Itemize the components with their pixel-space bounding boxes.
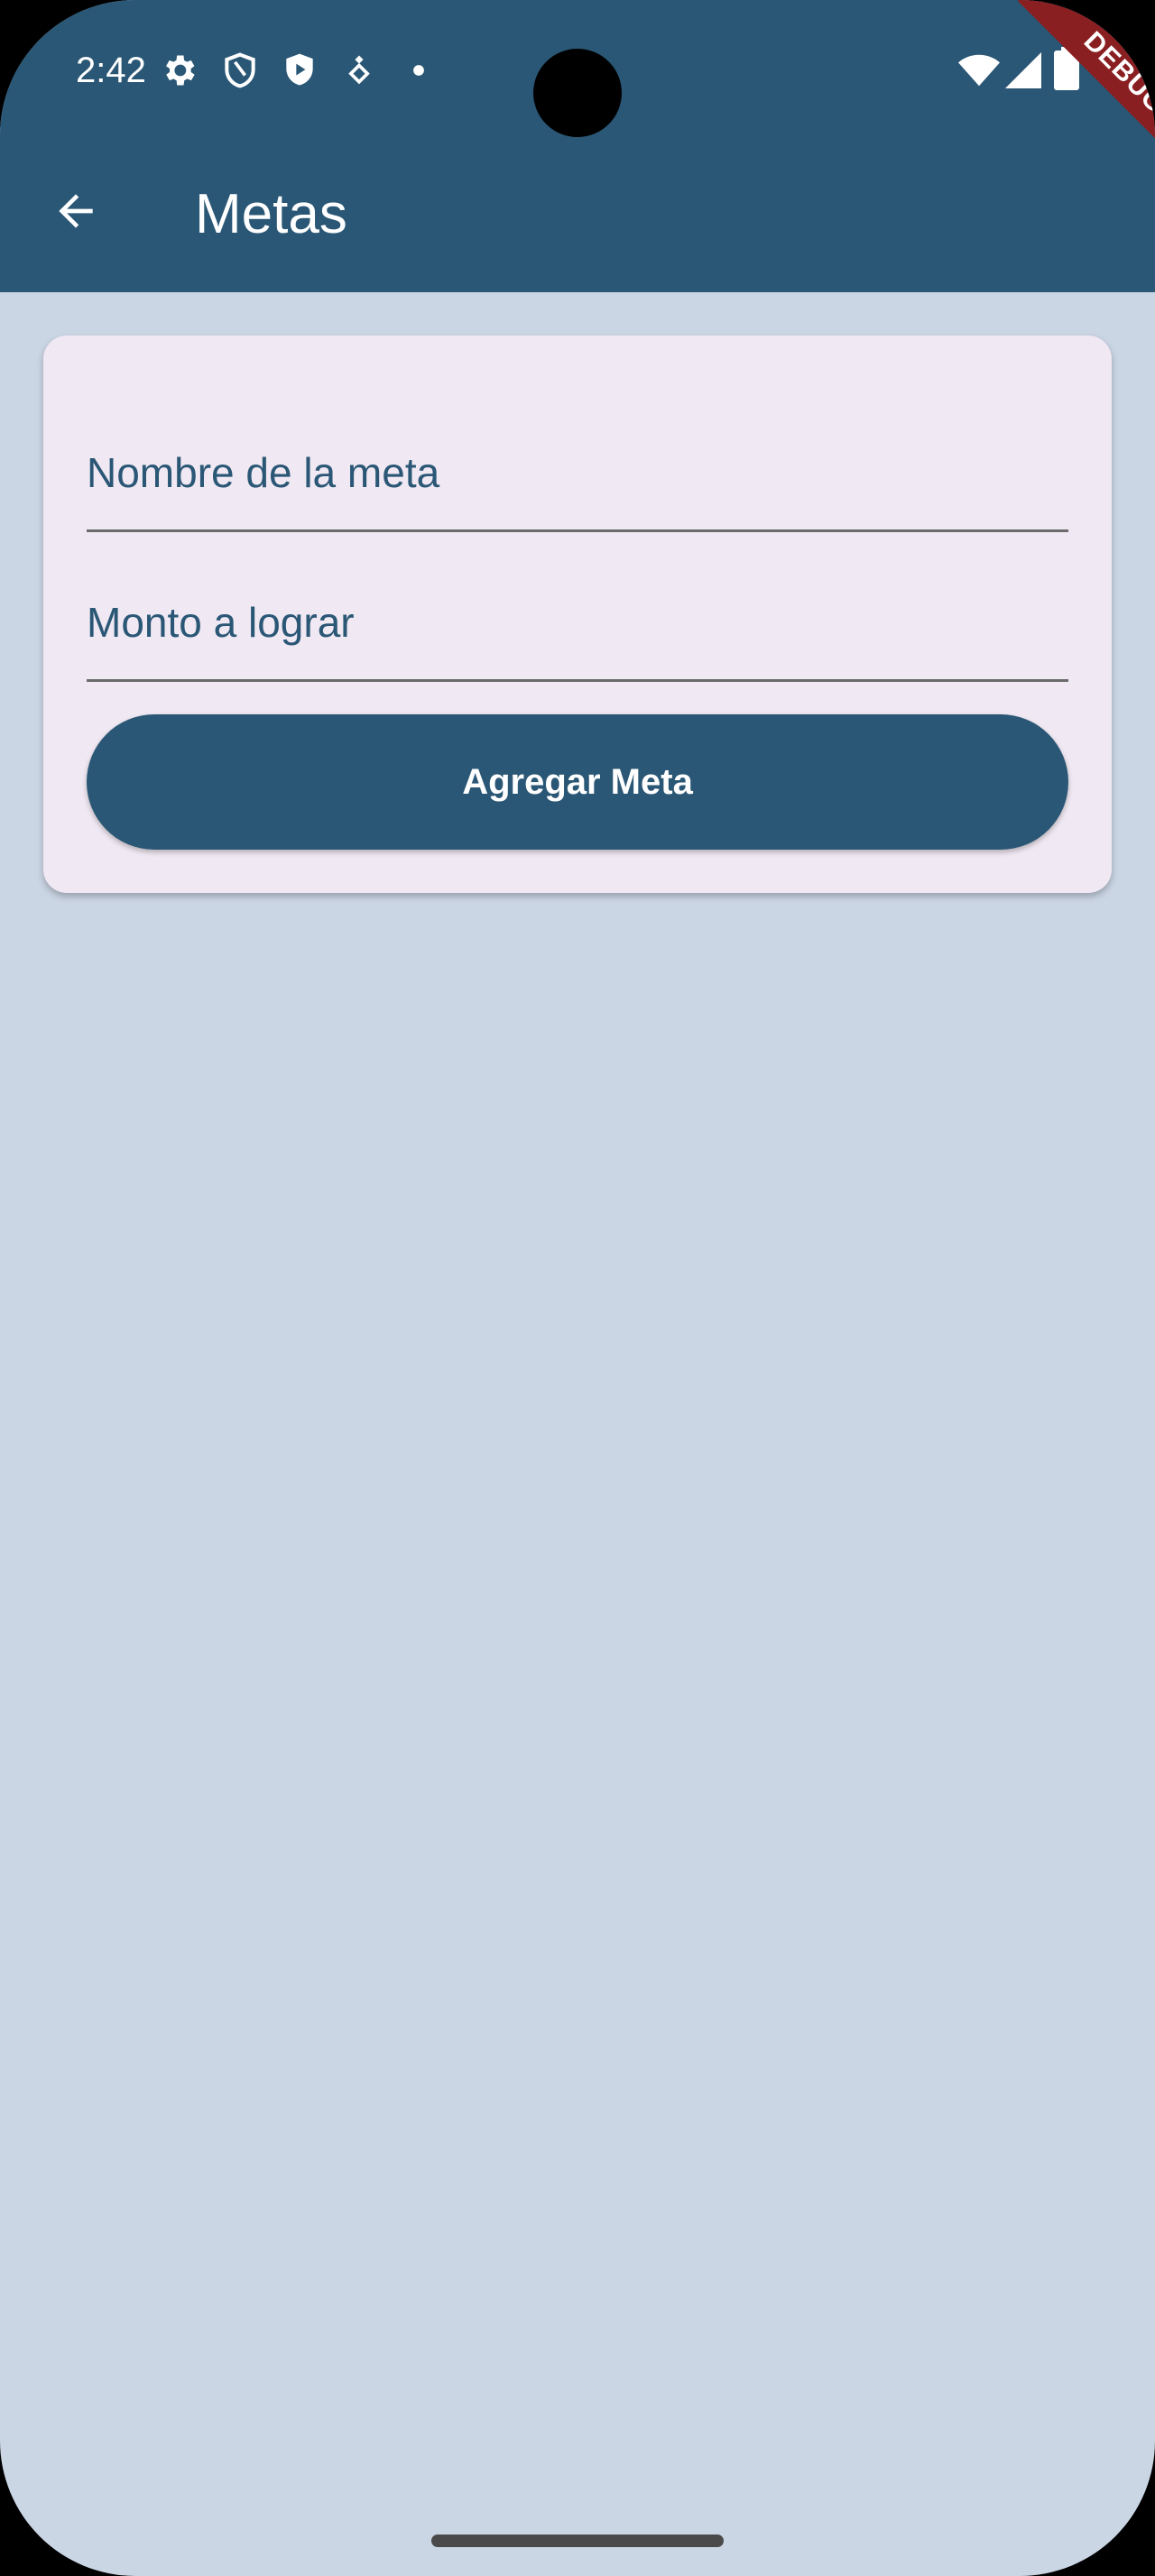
debug-banner: DEBUG xyxy=(975,0,1155,180)
goal-name-field xyxy=(87,422,1068,532)
status-time: 2:42 xyxy=(76,51,146,90)
goal-amount-input[interactable] xyxy=(87,572,1068,673)
settings-icon xyxy=(166,55,195,86)
camera-cutout xyxy=(533,49,622,137)
app-screen: 2:42 DEBUG Metas Nombre de la meta Monto… xyxy=(0,0,1155,2576)
diamond-icon xyxy=(348,55,370,85)
add-goal-card: Agregar Meta xyxy=(43,336,1112,893)
shield-icon xyxy=(225,52,255,88)
back-button[interactable] xyxy=(40,175,112,247)
play-shield-icon xyxy=(286,53,313,86)
debug-label: DEBUG xyxy=(1017,0,1155,180)
arrow-back-icon xyxy=(59,194,93,228)
add-goal-button[interactable]: Agregar Meta xyxy=(87,714,1068,850)
home-indicator[interactable] xyxy=(431,2535,724,2547)
goal-name-input[interactable] xyxy=(87,422,1068,523)
page-title: Metas xyxy=(195,183,347,245)
dot-icon xyxy=(413,65,424,76)
goal-amount-field xyxy=(87,572,1068,682)
app-bar: 2:42 DEBUG Metas xyxy=(0,0,1155,292)
